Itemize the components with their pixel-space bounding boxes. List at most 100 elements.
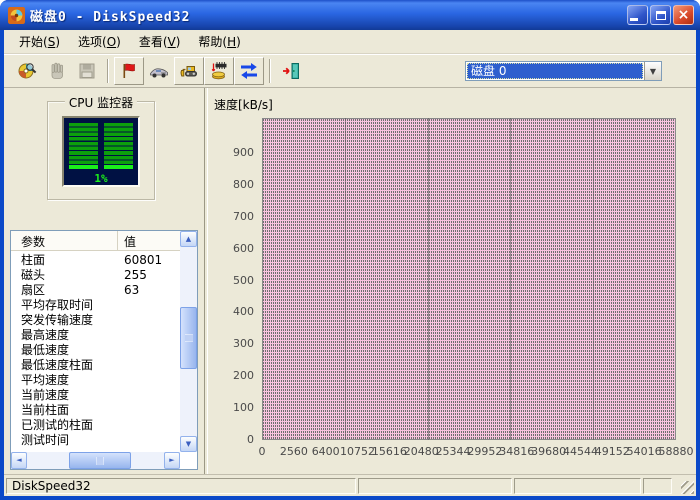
- param-label: 柱面: [11, 253, 118, 268]
- x-tick-label: 15616: [372, 445, 407, 458]
- y-tick-label: 800: [208, 178, 254, 192]
- table-row[interactable]: 最高速度: [11, 328, 180, 343]
- vertical-scroll-thumb[interactable]: [180, 307, 197, 369]
- x-tick-label: 0: [259, 445, 266, 458]
- menu-item-view[interactable]: 查看(V): [130, 30, 190, 53]
- x-tick-label: 58880: [659, 445, 694, 458]
- menu-item-options[interactable]: 选项(O): [69, 30, 130, 53]
- table-row[interactable]: 磁头255: [11, 268, 180, 283]
- arrows-button[interactable]: [234, 57, 264, 85]
- maximize-button[interactable]: [650, 5, 671, 25]
- y-tick-label: 0: [208, 433, 254, 447]
- param-value: [118, 313, 180, 328]
- param-label: 平均存取时间: [11, 298, 118, 313]
- close-button[interactable]: ×: [673, 5, 694, 25]
- status-pane: [514, 478, 641, 494]
- toolbar-separator: [269, 59, 271, 83]
- cpu-led-display: 1%: [62, 116, 140, 187]
- disk-select-combobox[interactable]: 磁盘 0 ▼: [465, 61, 662, 81]
- header-value[interactable]: 值: [118, 231, 180, 250]
- table-row[interactable]: 平均存取时间: [11, 298, 180, 313]
- x-tick-label: 39680: [531, 445, 566, 458]
- param-label: 平均速度: [11, 373, 118, 388]
- y-tick-label: 200: [208, 369, 254, 383]
- param-label: 最低速度柱面: [11, 358, 118, 373]
- table-row[interactable]: 最低速度柱面: [11, 358, 180, 373]
- listview-header: 参数 值: [11, 231, 180, 251]
- analyze-disk-button[interactable]: [12, 57, 42, 85]
- menu-item-help[interactable]: 帮助(H): [189, 30, 249, 53]
- table-row[interactable]: 柱面60801: [11, 253, 180, 268]
- y-axis-title: 速度[kB/s]: [214, 96, 273, 113]
- vertical-scrollbar[interactable]: ▲ ▼: [180, 231, 197, 452]
- scroll-down-icon[interactable]: ▼: [180, 436, 197, 452]
- chip-disk-icon: [209, 61, 229, 81]
- vertical-gridline: [428, 118, 429, 440]
- toolbar-separator: [107, 59, 109, 83]
- stop-button[interactable]: [42, 57, 72, 85]
- vertical-gridline: [593, 118, 594, 440]
- table-row[interactable]: 已测试的柱面: [11, 418, 180, 433]
- parameter-listview: 参数 值 柱面60801磁头255扇区63平均存取时间突发传输速度最高速度最低速…: [10, 230, 198, 470]
- scroll-up-icon[interactable]: ▲: [180, 231, 197, 247]
- param-value: 255: [118, 268, 180, 283]
- listview-rows: 柱面60801磁头255扇区63平均存取时间突发传输速度最高速度最低速度最低速度…: [11, 253, 180, 452]
- car-button[interactable]: [144, 57, 174, 85]
- param-value: [118, 433, 180, 448]
- hand-stop-icon: [47, 61, 67, 81]
- x-tick-label: 44544: [563, 445, 598, 458]
- horizontal-scrollbar[interactable]: ◄ ►: [11, 452, 180, 469]
- bulldozer-button[interactable]: [174, 57, 204, 85]
- param-value: [118, 418, 180, 433]
- menu-bar: 开始(S)选项(O)查看(V)帮助(H): [4, 30, 696, 54]
- table-row[interactable]: 当前柱面: [11, 403, 180, 418]
- speed-chart-panel: 速度[kB/s] 0100200300400500600700800900025…: [208, 88, 696, 474]
- y-tick-label: 100: [208, 401, 254, 415]
- param-label: 扇区: [11, 283, 118, 298]
- table-row[interactable]: 最低速度: [11, 343, 180, 358]
- status-pane: [643, 478, 672, 494]
- scroll-right-icon[interactable]: ►: [164, 452, 180, 469]
- table-row[interactable]: 平均速度: [11, 373, 180, 388]
- toolbar: 磁盘 0 ▼: [4, 54, 696, 88]
- param-value: 60801: [118, 253, 180, 268]
- chevron-down-icon[interactable]: ▼: [644, 62, 661, 80]
- param-label: 磁头: [11, 268, 118, 283]
- flag-button[interactable]: [114, 57, 144, 85]
- y-tick-label: 500: [208, 274, 254, 288]
- x-tick-label: 49152: [595, 445, 630, 458]
- table-row[interactable]: 测试时间: [11, 433, 180, 448]
- table-row[interactable]: 突发传输速度: [11, 313, 180, 328]
- exit-button[interactable]: [276, 57, 306, 85]
- x-tick-label: 10752: [340, 445, 375, 458]
- param-label: 已测试的柱面: [11, 418, 118, 433]
- status-pane: [358, 478, 512, 494]
- param-label: 当前柱面: [11, 403, 118, 418]
- header-parameter[interactable]: 参数: [11, 231, 118, 250]
- disk-search-icon: [17, 61, 37, 81]
- title-bar[interactable]: 磁盘0 - DiskSpeed32 ×: [0, 0, 700, 30]
- table-row[interactable]: 扇区63: [11, 283, 180, 298]
- resize-grip[interactable]: [681, 481, 694, 494]
- y-tick-label: 600: [208, 242, 254, 256]
- horizontal-scroll-thumb[interactable]: [69, 452, 131, 469]
- table-row[interactable]: 当前速度: [11, 388, 180, 403]
- minimize-button[interactable]: [627, 5, 648, 25]
- status-text: DiskSpeed32: [6, 478, 356, 494]
- param-label: 最低速度: [11, 343, 118, 358]
- chip-button[interactable]: [204, 57, 234, 85]
- cpu-monitor-groupbox: CPU 监控器 1%: [47, 101, 155, 200]
- param-value: [118, 298, 180, 313]
- x-tick-label: 34816: [499, 445, 534, 458]
- param-value: [118, 388, 180, 403]
- save-button[interactable]: [72, 57, 102, 85]
- scroll-left-icon[interactable]: ◄: [11, 452, 27, 469]
- y-tick-label: 400: [208, 305, 254, 319]
- cpu-led-column: [104, 123, 133, 169]
- vertical-gridline: [510, 118, 511, 440]
- menu-item-start[interactable]: 开始(S): [10, 30, 69, 53]
- window-title: 磁盘0 - DiskSpeed32: [30, 6, 190, 25]
- param-label: 当前速度: [11, 388, 118, 403]
- status-bar: DiskSpeed32: [4, 474, 696, 496]
- chart-plot-area: [262, 118, 676, 440]
